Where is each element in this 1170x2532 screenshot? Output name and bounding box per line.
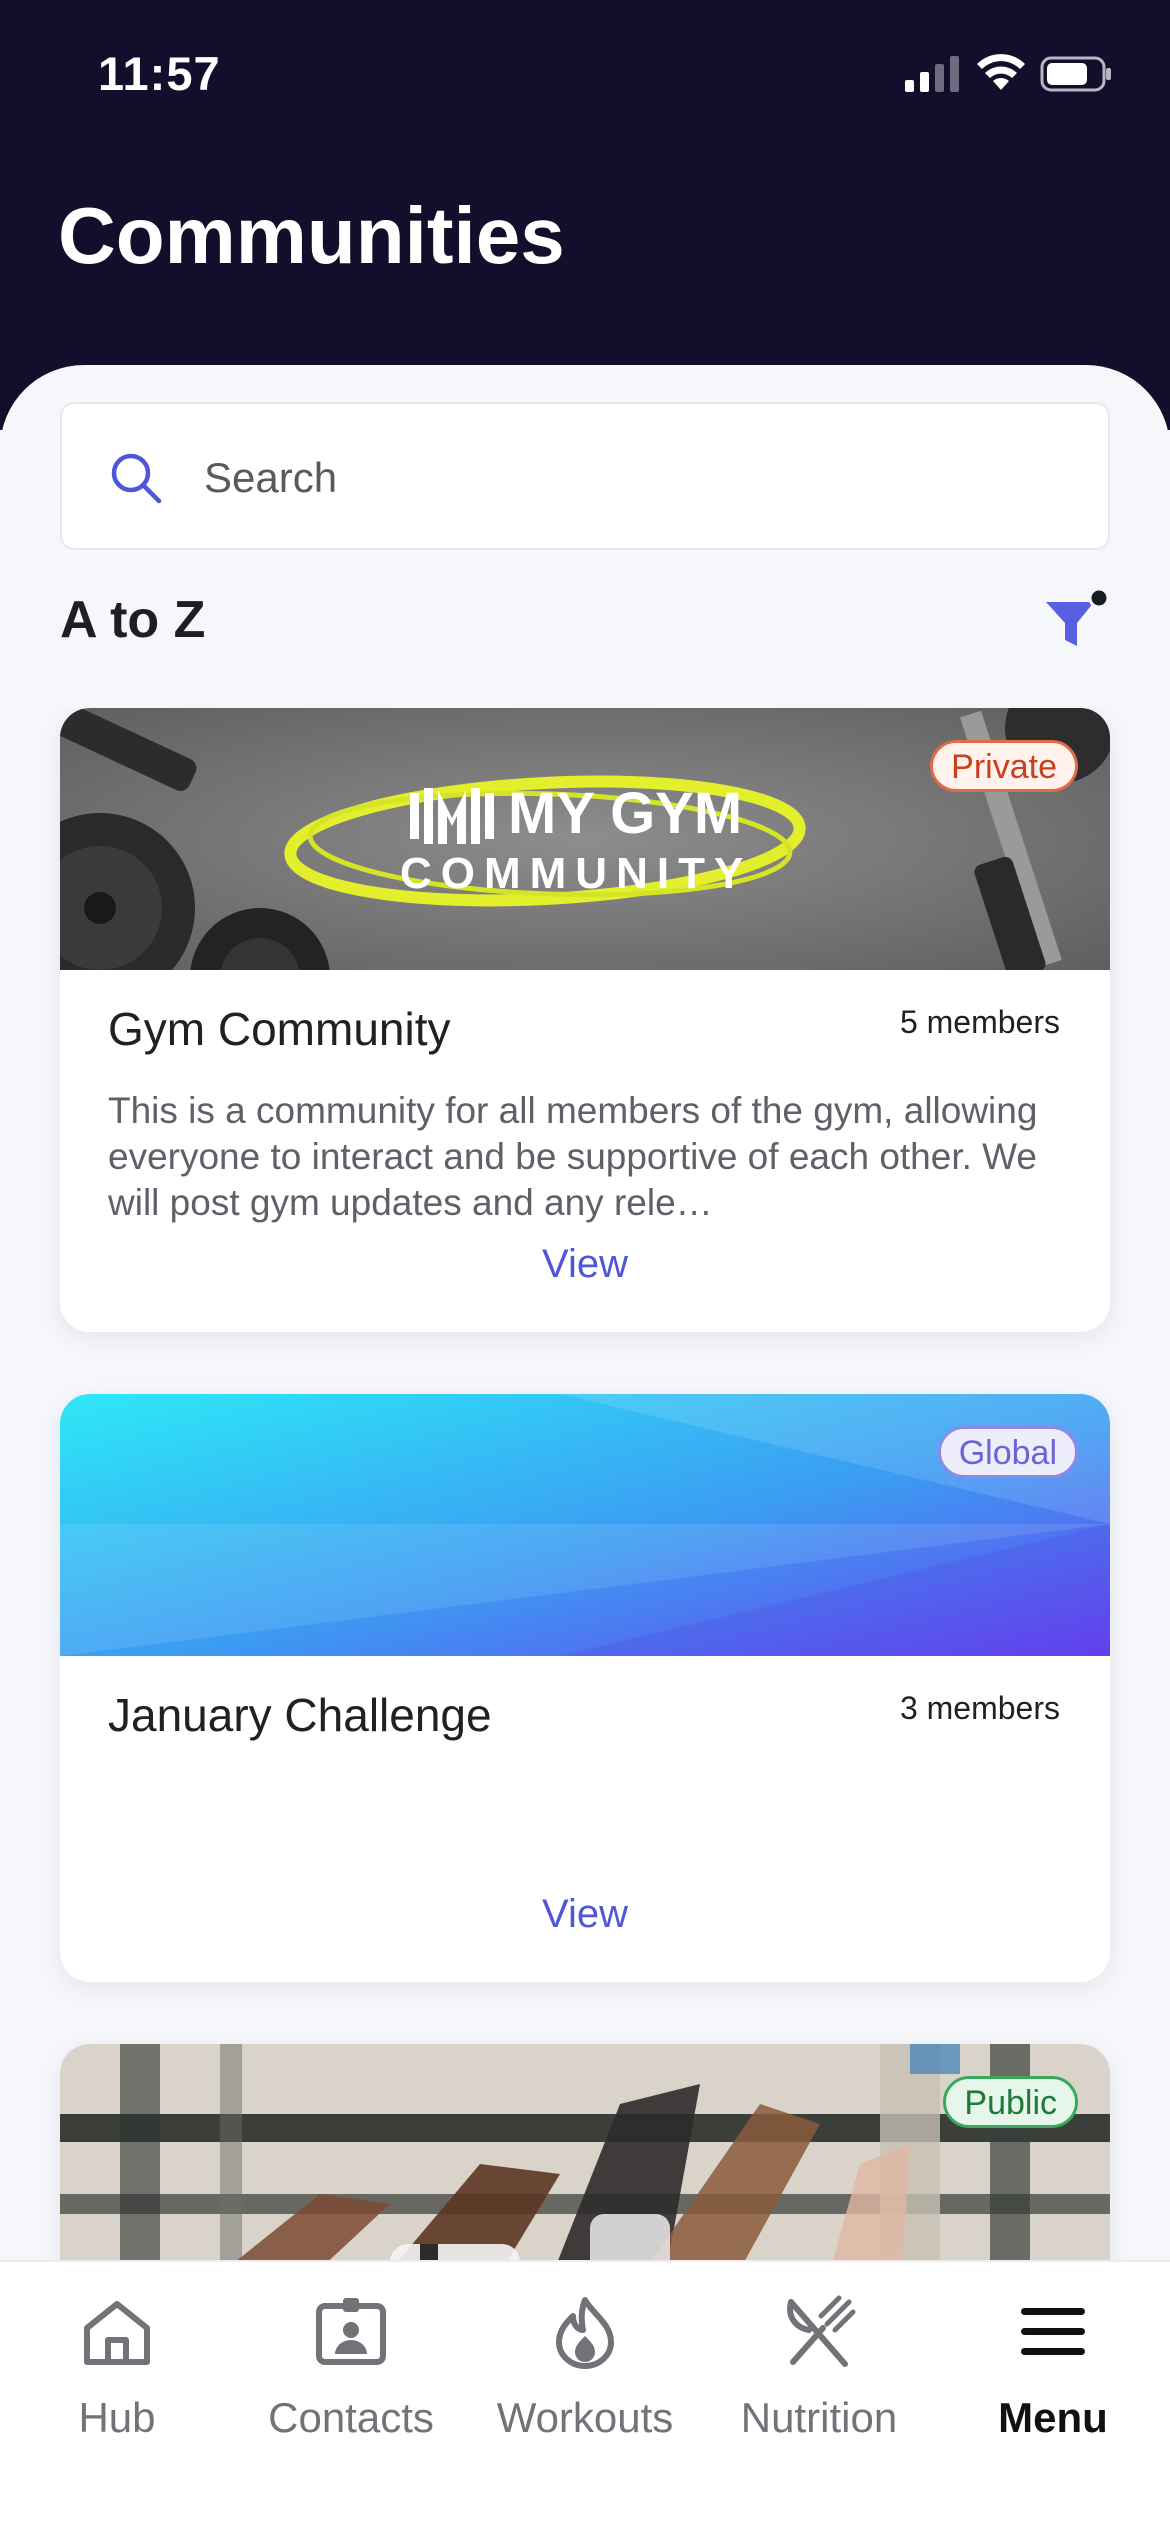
sort-label[interactable]: A to Z [60, 590, 205, 650]
community-card[interactable]: MY GYM COMMUNITY Private Gym Community 5… [60, 708, 1110, 1332]
filter-icon [1046, 587, 1110, 646]
contacts-icon [316, 2298, 386, 2365]
search-input[interactable] [204, 444, 1064, 512]
tab-contacts[interactable]: Contacts [234, 2262, 468, 2462]
card-banner-image: Global [60, 1394, 1110, 1656]
member-count: 3 members [899, 1690, 1060, 1726]
page-title: Communities [58, 191, 565, 280]
home-icon [84, 2301, 150, 2365]
community-description: This is a community for all members of t… [108, 1090, 1038, 1223]
flame-icon [556, 2297, 614, 2369]
tab-label: Nutrition [740, 2394, 898, 2441]
tab-label: Hub [78, 2394, 156, 2441]
menu-icon [1021, 2308, 1085, 2355]
tab-workouts[interactable]: Workouts [468, 2262, 702, 2462]
community-name: January Challenge [108, 1689, 492, 1741]
tab-label: Contacts [268, 2394, 434, 2441]
filter-button[interactable] [1040, 586, 1110, 656]
status-bar: 11:57 [0, 0, 1170, 150]
cellular-signal-icon [905, 56, 959, 92]
utensils-icon [787, 2295, 856, 2367]
search-icon [111, 453, 162, 504]
bottom-tab-bar: Hub Contacts Workouts Nutrition Menu [0, 2260, 1170, 2532]
status-time: 11:57 [98, 47, 221, 100]
banner-logo-line2: COMMUNITY [400, 849, 752, 898]
community-name: Gym Community [108, 1003, 451, 1055]
card-banner-image: MY GYM COMMUNITY Private [60, 708, 1110, 970]
tab-hub[interactable]: Hub [0, 2262, 234, 2462]
tab-nutrition[interactable]: Nutrition [702, 2262, 936, 2462]
banner-logo-line1: MY GYM [508, 781, 742, 846]
tab-label: Menu [998, 2394, 1108, 2441]
privacy-badge: Public [943, 2076, 1078, 2128]
tab-menu[interactable]: Menu [936, 2262, 1170, 2462]
search-bar[interactable] [60, 402, 1110, 550]
member-count: 5 members [899, 1004, 1060, 1040]
battery-icon [1040, 56, 1111, 92]
view-button[interactable]: View [60, 1892, 1110, 1937]
community-card[interactable]: Global January Challenge 3 members View [60, 1394, 1110, 1982]
privacy-badge: Private [930, 740, 1078, 792]
community-card[interactable]: Public [60, 2044, 1110, 2260]
runners-banner-image [60, 2044, 1110, 2260]
tab-label: Workouts [496, 2394, 674, 2441]
community-list: MY GYM COMMUNITY Private Gym Community 5… [0, 708, 1170, 2260]
wifi-icon [977, 54, 1025, 90]
privacy-badge: Global [937, 1426, 1078, 1478]
view-button[interactable]: View [60, 1242, 1110, 1287]
card-banner-image: Public [60, 2044, 1110, 2260]
